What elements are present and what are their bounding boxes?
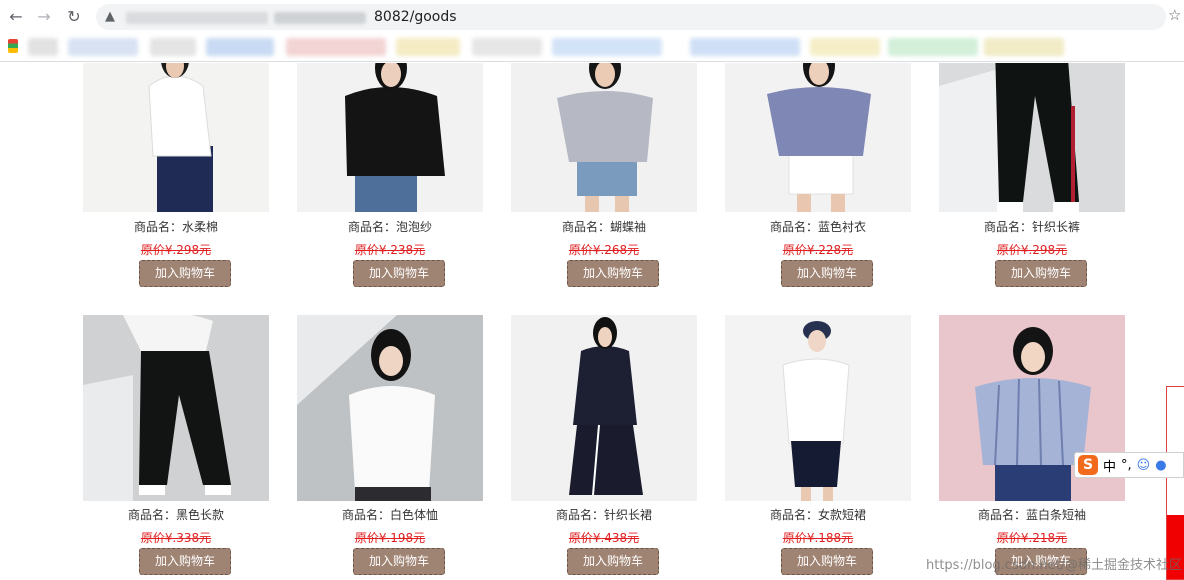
product-photo[interactable] xyxy=(511,63,697,212)
add-to-cart-button[interactable]: 加入购物车 xyxy=(139,548,231,575)
model-image xyxy=(297,315,483,501)
product-price: 原价¥.238元 xyxy=(354,243,426,257)
product-price: 原价¥.228元 xyxy=(782,243,854,257)
bookmark-item[interactable] xyxy=(984,38,1064,56)
add-to-cart-button[interactable]: 加入购物车 xyxy=(781,260,873,287)
model-image xyxy=(725,63,911,212)
ime-toolbar[interactable]: S 中 °, ☺ ● xyxy=(1074,452,1184,478)
back-icon[interactable]: ← xyxy=(6,6,26,28)
product-name: 商品名：泡泡纱 xyxy=(347,220,432,234)
product-name: 商品名：黑色长款 xyxy=(127,508,224,522)
watermark: https://blog.csdn.net/@稀土掘金技术社区 xyxy=(926,558,1183,573)
product-price: 原价¥.338元 xyxy=(140,531,212,545)
product-name: 商品名：针织长裤 xyxy=(983,220,1080,234)
model-image xyxy=(939,63,1125,212)
product-name: 商品名：针织长裙 xyxy=(555,508,652,522)
product-photo[interactable] xyxy=(725,315,911,501)
product-name: 商品名：蓝白条短袖 xyxy=(977,508,1086,522)
blurred-host xyxy=(126,12,268,24)
product-price: 原价¥.188元 xyxy=(782,531,854,545)
reload-icon[interactable]: ↻ xyxy=(64,6,84,28)
product-price: 原价¥.198元 xyxy=(354,531,426,545)
model-image xyxy=(511,63,697,212)
sogou-logo-icon[interactable]: S xyxy=(1078,455,1098,475)
model-image xyxy=(83,63,269,212)
bookmark-item[interactable] xyxy=(690,38,800,56)
emoji-icon[interactable]: ☺ xyxy=(1137,458,1151,473)
address-bar[interactable]: ▲ 8082/goods xyxy=(96,4,1166,30)
bookmark-item[interactable] xyxy=(396,38,460,56)
model-image xyxy=(83,315,269,501)
product-name: 商品名：蓝色衬衣 xyxy=(769,220,866,234)
add-to-cart-button[interactable]: 加入购物车 xyxy=(567,260,659,287)
product-photo[interactable] xyxy=(725,63,911,212)
apps-icon[interactable] xyxy=(8,39,18,53)
model-image xyxy=(511,315,697,501)
bookmark-item[interactable] xyxy=(28,38,58,56)
bookmark-item[interactable] xyxy=(810,38,880,56)
add-to-cart-button[interactable]: 加入购物车 xyxy=(353,548,445,575)
ime-mode-label[interactable]: 中 xyxy=(1103,456,1116,475)
bookmark-item[interactable] xyxy=(206,38,274,56)
blurred-host-2 xyxy=(274,12,366,24)
add-to-cart-button[interactable]: 加入购物车 xyxy=(781,548,873,575)
bookmark-item[interactable] xyxy=(150,38,196,56)
bookmarks-bar xyxy=(0,34,1184,62)
bookmark-item[interactable] xyxy=(68,38,138,56)
bookmark-item[interactable] xyxy=(472,38,542,56)
microphone-icon[interactable]: ● xyxy=(1155,458,1166,473)
url-text: 8082/goods xyxy=(374,9,457,25)
product-price: 原价¥.298元 xyxy=(140,243,212,257)
bookmark-star-icon[interactable]: ☆ xyxy=(1168,6,1181,24)
model-image xyxy=(725,315,911,501)
product-name: 商品名：蝴蝶袖 xyxy=(561,220,646,234)
model-image xyxy=(297,63,483,212)
floating-side-panel[interactable] xyxy=(1166,386,1184,580)
product-price: 原价¥.298元 xyxy=(996,243,1068,257)
add-to-cart-button[interactable]: 加入购物车 xyxy=(995,260,1087,287)
product-photo[interactable] xyxy=(83,63,269,212)
product-price: 原价¥.218元 xyxy=(996,531,1068,545)
bookmark-item[interactable] xyxy=(888,38,978,56)
ime-punctuation-label[interactable]: °, xyxy=(1121,458,1132,473)
product-name: 商品名：水柔棉 xyxy=(133,220,218,234)
product-photo[interactable] xyxy=(511,315,697,501)
not-secure-warning-icon[interactable]: ▲ xyxy=(105,8,115,26)
browser-toolbar: ← → ↻ ▲ 8082/goods ☆ xyxy=(0,0,1184,34)
product-name: 商品名：白色体恤 xyxy=(341,508,438,522)
add-to-cart-button[interactable]: 加入购物车 xyxy=(567,548,659,575)
product-price: 原价¥.438元 xyxy=(568,531,640,545)
product-name: 商品名：女款短裙 xyxy=(769,508,866,522)
bookmark-item[interactable] xyxy=(286,38,386,56)
product-photo[interactable] xyxy=(939,63,1125,212)
product-price: 原价¥.268元 xyxy=(568,243,640,257)
bookmark-item[interactable] xyxy=(552,38,662,56)
product-grid: 商品名：水柔棉 原价¥.298元 加入购物车 商品名：泡泡纱 原价¥.238元 … xyxy=(0,63,1184,580)
product-photo[interactable] xyxy=(297,63,483,212)
forward-icon[interactable]: → xyxy=(34,6,54,28)
product-photo[interactable] xyxy=(83,315,269,501)
add-to-cart-button[interactable]: 加入购物车 xyxy=(139,260,231,287)
product-photo[interactable] xyxy=(297,315,483,501)
add-to-cart-button[interactable]: 加入购物车 xyxy=(353,260,445,287)
